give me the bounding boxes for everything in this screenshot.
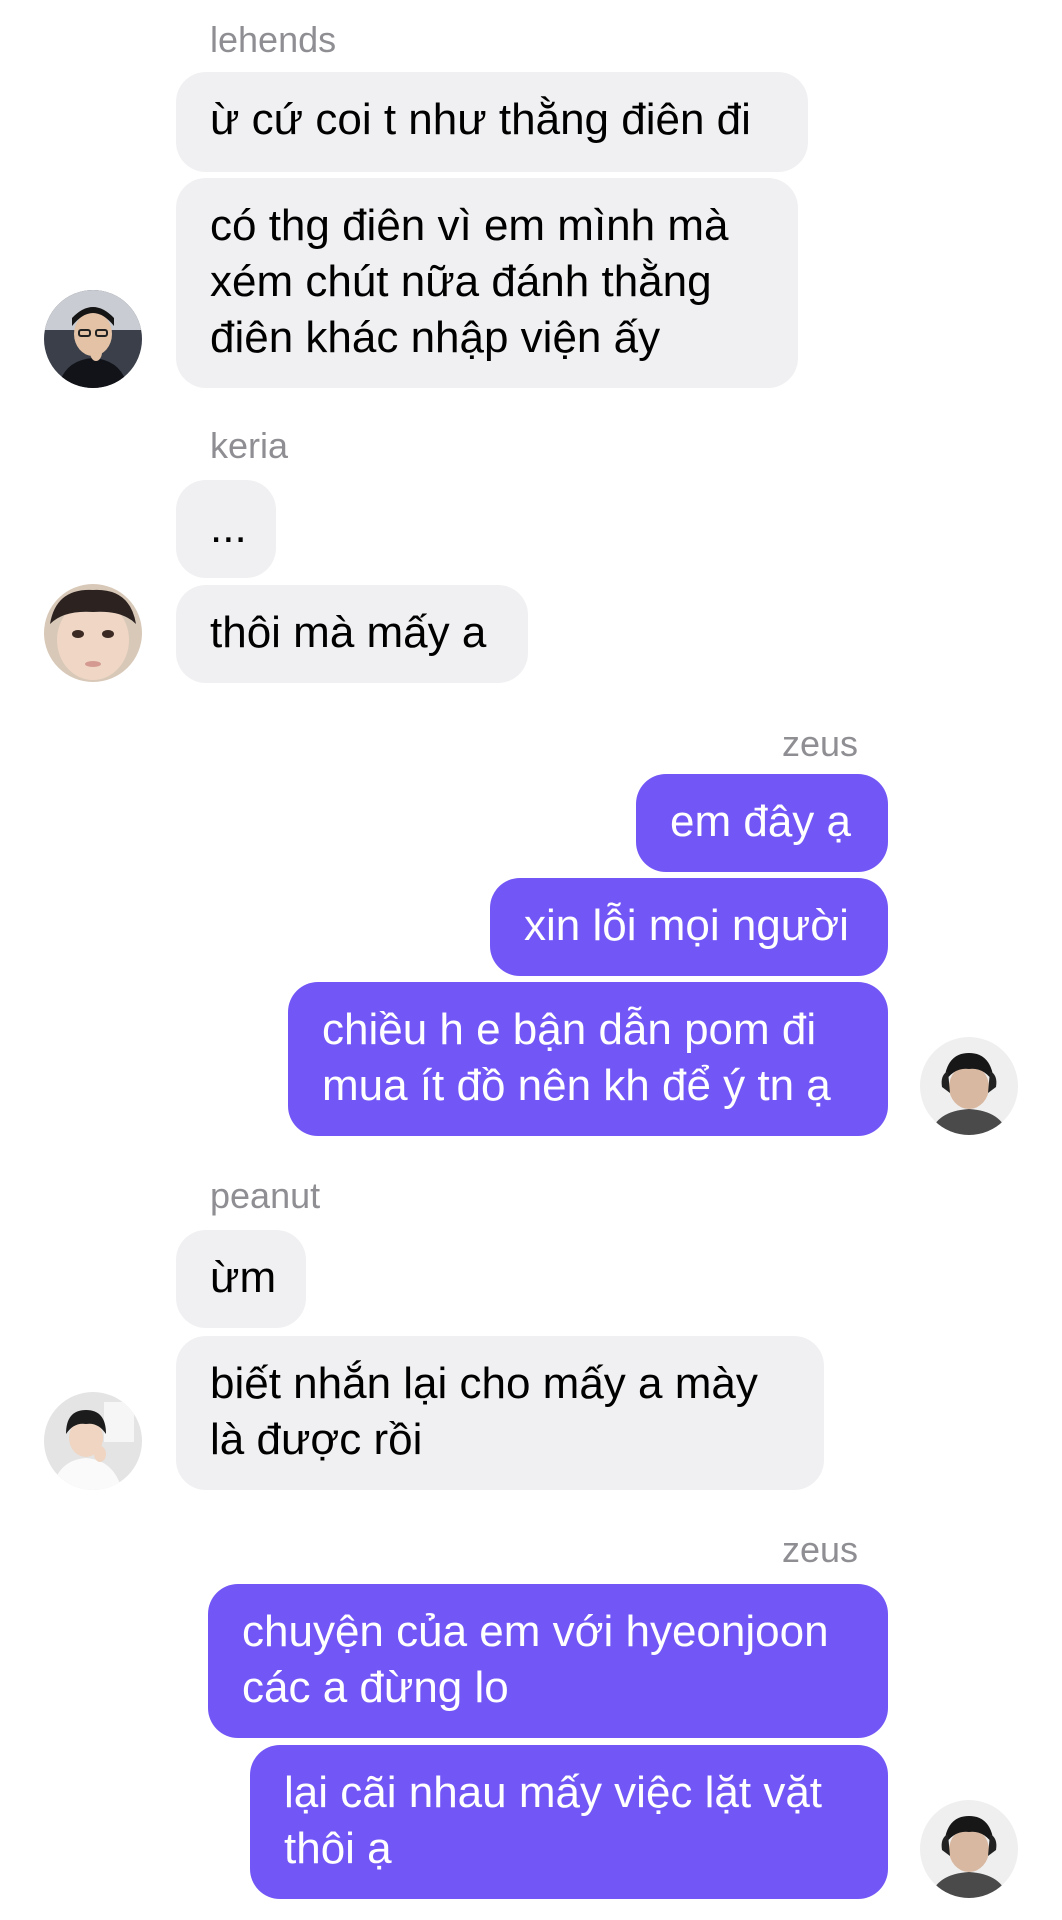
avatar[interactable] [44,1392,142,1490]
message-bubble[interactable]: thôi mà mấy a [176,585,528,683]
lehends-avatar-icon [44,290,142,388]
message-bubble[interactable]: lại cãi nhau mấy việc lặt vặt thôi ạ [250,1745,888,1899]
message-bubble[interactable]: ừ cứ coi t như thằng điên đi [176,72,808,172]
avatar[interactable] [44,584,142,682]
message-bubble[interactable]: có thg điên vì em mình mà xém chút nữa đ… [176,178,798,388]
message-bubble[interactable]: xin lỗi mọi người [490,878,888,976]
message-bubble[interactable]: em đây ạ [636,774,888,872]
message-bubble[interactable]: ừm [176,1230,306,1328]
sender-name: lehends [210,19,337,60]
sender-name: zeus [781,723,858,764]
message-bubble[interactable]: chuyện của em với hyeonjoon các a đừng l… [208,1584,888,1738]
avatar[interactable] [44,290,142,388]
message-bubble[interactable]: chiều h e bận dẫn pom đi mua ít đồ nên k… [288,982,888,1136]
sender-name: zeus [781,1529,858,1570]
avatar[interactable] [920,1037,1018,1135]
peanut-avatar-icon [44,1392,142,1490]
keria-avatar-icon [44,584,142,682]
message-bubble[interactable]: ... [176,480,276,578]
message-bubble[interactable]: biết nhắn lại cho mấy a mày là được rồi [176,1336,824,1490]
sender-name: peanut [210,1175,321,1216]
sender-name: keria [210,425,289,466]
avatar[interactable] [920,1800,1018,1898]
zeus-avatar-icon [920,1800,1018,1898]
zeus-avatar-icon [920,1037,1018,1135]
